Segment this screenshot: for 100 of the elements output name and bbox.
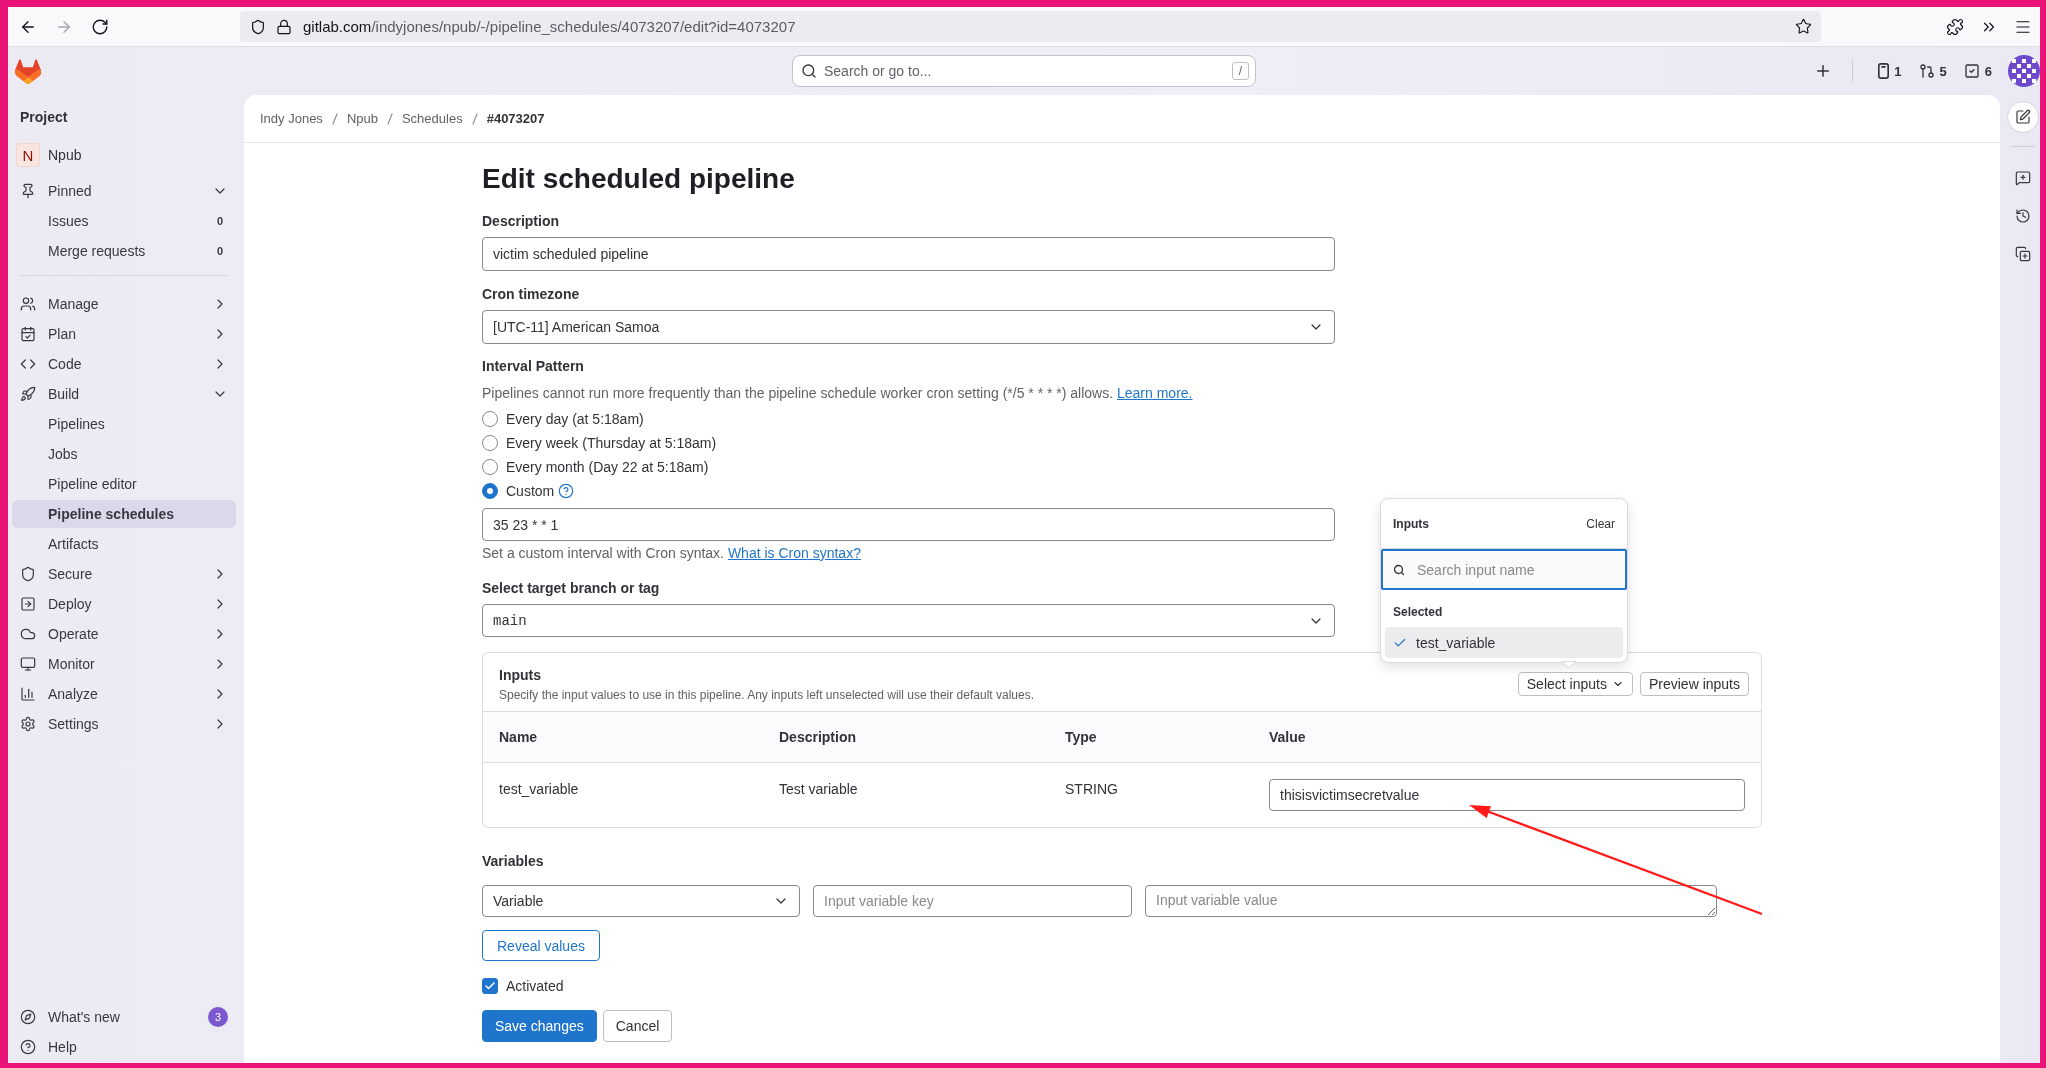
item-count: 0	[215, 245, 225, 257]
sidebar-item[interactable]: Deploy	[12, 590, 236, 618]
counter-button[interactable]: 6	[1959, 63, 1996, 79]
section-heading: Selected	[1393, 604, 1443, 620]
sidebar-item[interactable]: Pipelines	[12, 410, 236, 438]
monitor-icon	[20, 656, 36, 672]
breadcrumb-link[interactable]: #4073207	[486, 111, 545, 126]
slash-separator-icon	[386, 112, 393, 125]
sidebar-item[interactable]: Build	[12, 380, 236, 408]
cron-syntax-link[interactable]: What is Cron syntax?	[727, 545, 861, 561]
checkbox-square-icon	[1963, 63, 1980, 79]
notification-badge: 3	[208, 1007, 228, 1027]
cancel-button[interactable]: Cancel	[602, 1010, 673, 1042]
description-input[interactable]: victim scheduled pipeline	[482, 237, 1335, 271]
people-icon	[20, 296, 36, 312]
sidebar-item[interactable]: Analyze	[12, 680, 236, 708]
radio-label: Every day (at 5:18am)	[506, 411, 644, 427]
bar-chart-icon	[20, 686, 36, 702]
radio-label: Every month (Day 22 at 5:18am)	[506, 459, 709, 475]
rocket-icon	[20, 386, 36, 402]
sidebar-item[interactable]: Secure	[12, 560, 236, 588]
column-header: Description	[779, 729, 857, 745]
field-label: Cron timezone	[482, 285, 580, 304]
table-cell-text: test_variable	[499, 780, 580, 799]
timezone-select[interactable]: [UTC-11] American Samoa	[482, 310, 1335, 344]
item-count: 0	[215, 215, 225, 227]
copy-plus-icon[interactable]	[2015, 246, 2031, 262]
field-label: Interval Pattern	[482, 357, 584, 376]
learn-more-link[interactable]: Learn more.	[1117, 385, 1193, 401]
sidebar-item[interactable]: Pipeline schedules	[12, 500, 236, 528]
counter-button[interactable]: 1	[1874, 63, 1906, 79]
sidebar-item[interactable]: Manage	[12, 290, 236, 318]
counter-button[interactable]: 5	[1914, 63, 1951, 79]
breadcrumb-link[interactable]: Npub	[346, 111, 378, 126]
radio-button[interactable]	[482, 411, 498, 427]
edit-icon	[2015, 109, 2031, 125]
radio-button[interactable]	[482, 435, 498, 451]
preview-inputs-button[interactable]: Preview inputs	[1639, 672, 1749, 696]
sidebar-item[interactable]: What's new 3	[12, 1003, 236, 1031]
clear-button[interactable]: Clear	[1586, 516, 1615, 531]
sidebar-item[interactable]: Help	[12, 1033, 236, 1061]
sidebar-item[interactable]: Issues 0	[12, 207, 236, 235]
save-button[interactable]: Save changes	[482, 1010, 597, 1042]
input-search-field[interactable]: Search input name	[1381, 549, 1627, 590]
value-input[interactable]: thisisvictimsecretvalue	[1269, 779, 1745, 811]
calendar-icon	[20, 326, 36, 342]
puzzle-icon[interactable]	[1946, 17, 1964, 36]
dropdown-title: Inputs	[1393, 516, 1429, 531]
field-label: Select target branch or tag	[482, 579, 660, 598]
sidebar-item[interactable]: Operate	[12, 620, 236, 648]
checkbox[interactable]	[482, 978, 498, 994]
help-icon	[20, 1039, 36, 1055]
history-icon[interactable]	[2015, 208, 2031, 224]
reveal-values-button[interactable]: Reveal values	[482, 930, 600, 961]
sidebar-item[interactable]: Code	[12, 350, 236, 378]
sidebar-item[interactable]: Pipeline editor	[12, 470, 236, 498]
help-icon[interactable]	[558, 483, 575, 499]
project-link[interactable]: N Npub	[12, 137, 236, 173]
sidebar-item[interactable]: Pinned	[12, 177, 236, 205]
page-title: Edit scheduled pipeline	[482, 162, 795, 196]
code-icon	[20, 356, 36, 372]
pin-icon	[20, 183, 36, 199]
sidebar-item[interactable]: Settings	[12, 710, 236, 738]
sidebar-item[interactable]: Artifacts	[12, 530, 236, 558]
search-icon	[801, 63, 817, 79]
rectangle-icon	[1878, 63, 1890, 79]
variable-type-select[interactable]: Variable	[482, 885, 800, 917]
radio-label: Every week (Thursday at 5:18am)	[506, 435, 717, 451]
table-cell-text: STRING	[1065, 780, 1119, 799]
sidebar-item[interactable]: Merge requests 0	[12, 237, 236, 265]
comment-plus-icon[interactable]	[2015, 170, 2031, 186]
breadcrumb-link[interactable]: Indy Jones	[260, 111, 323, 126]
lock-icon	[276, 18, 292, 35]
radio-button[interactable]	[482, 459, 498, 475]
inputs-help-text: Specify the input values to use in this pipeline. Any inputs left unselected will use their default values.	[499, 687, 1034, 703]
avatar-icon[interactable]	[2008, 55, 2040, 87]
breadcrumb-link[interactable]: Schedules	[401, 111, 463, 126]
column-header: Value	[1269, 729, 1307, 745]
sidebar-item[interactable]: Monitor	[12, 650, 236, 678]
compass-icon	[20, 1009, 36, 1025]
branch-select[interactable]: main	[482, 604, 1335, 637]
address-bar[interactable]: gitlab.com/indyjones/npub/-/pipeline_schedules/4073207/edit?id=4073207	[240, 11, 1821, 42]
fox-head-logo[interactable]	[15, 58, 41, 84]
dropdown-option[interactable]: test_variable	[1385, 627, 1623, 658]
sidebar-item[interactable]: Jobs	[12, 440, 236, 468]
project-avatar: N	[16, 143, 40, 167]
slash-separator-icon	[331, 112, 338, 125]
radio-label: Custom	[506, 483, 555, 499]
check-icon	[484, 980, 496, 992]
star-icon[interactable]	[1795, 18, 1812, 35]
reload-icon[interactable]	[91, 17, 109, 36]
sidebar-item[interactable]: Plan	[12, 320, 236, 348]
cron-help-text: Set a custom interval with Cron syntax. What is Cron syntax?	[482, 544, 861, 563]
select-inputs-dropdown[interactable]: Select inputs	[1517, 672, 1633, 696]
edit-button[interactable]	[2007, 101, 2039, 133]
radio-button[interactable]	[482, 483, 498, 499]
variable-value-input[interactable]: Input variable value	[1145, 885, 1717, 917]
variable-key-input[interactable]: Input variable key	[813, 885, 1132, 917]
field-label: Description	[482, 212, 559, 231]
cron-input[interactable]: 35 23 * * 1	[482, 508, 1335, 541]
